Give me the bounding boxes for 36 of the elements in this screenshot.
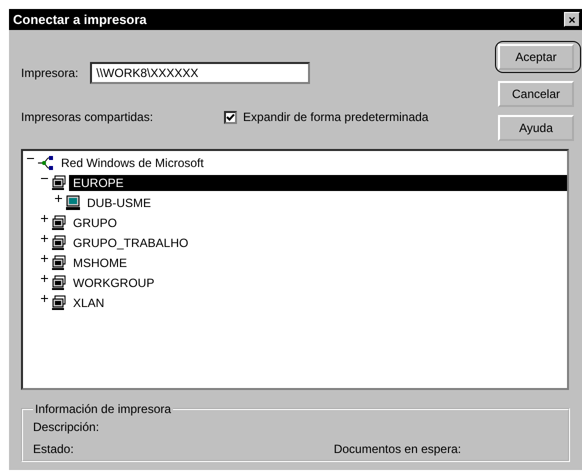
tree-item[interactable]: Red Windows de Microsoft bbox=[57, 155, 208, 172]
printer-info-title: Información de impresora bbox=[34, 402, 172, 416]
expand-checkbox-label: Expandir de forma predeterminada bbox=[243, 110, 428, 124]
dialog-button[interactable]: Cancelar bbox=[498, 81, 574, 108]
dialog-button[interactable]: Ayuda bbox=[498, 115, 574, 142]
printer-label: Impresora: bbox=[21, 66, 78, 80]
dialog-button[interactable]: Aceptar bbox=[498, 44, 574, 70]
shared-printers-label: Impresoras compartidas: bbox=[21, 110, 154, 124]
computers-icon bbox=[51, 175, 67, 192]
description-label: Descripción: bbox=[33, 420, 100, 434]
close-button[interactable]: × bbox=[564, 12, 580, 28]
network-icon bbox=[37, 155, 55, 172]
tree-item[interactable]: DUB-USME bbox=[83, 195, 156, 212]
tree-item[interactable]: MSHOME bbox=[69, 255, 131, 272]
tree-item[interactable]: WORKGROUP bbox=[69, 275, 158, 292]
expander-icon[interactable] bbox=[41, 275, 49, 284]
expand-checkbox[interactable] bbox=[224, 110, 238, 124]
computers-icon bbox=[51, 215, 67, 232]
queue-label: Documentos en espera: bbox=[334, 442, 462, 456]
expander-icon[interactable] bbox=[41, 295, 49, 304]
computers-icon bbox=[51, 295, 67, 312]
expander-icon[interactable] bbox=[55, 195, 63, 204]
expander-icon[interactable] bbox=[41, 235, 49, 244]
computers-icon bbox=[51, 255, 67, 272]
expander-icon[interactable] bbox=[41, 215, 49, 224]
printer-input-field[interactable]: \\WORK8\XXXXXX bbox=[90, 62, 310, 84]
tree-item[interactable]: GRUPO_TRABALHO bbox=[69, 235, 192, 252]
window-title: Conectar a impresora bbox=[13, 12, 147, 28]
status-label: Estado: bbox=[33, 442, 74, 456]
tree-item[interactable]: GRUPO bbox=[69, 215, 122, 232]
computer-icon bbox=[65, 195, 81, 212]
expander-icon[interactable] bbox=[41, 255, 49, 264]
tree-item[interactable]: XLAN bbox=[69, 295, 108, 312]
computers-icon bbox=[51, 275, 67, 292]
tree-item[interactable]: EUROPE bbox=[69, 175, 567, 192]
computers-icon bbox=[51, 235, 67, 252]
